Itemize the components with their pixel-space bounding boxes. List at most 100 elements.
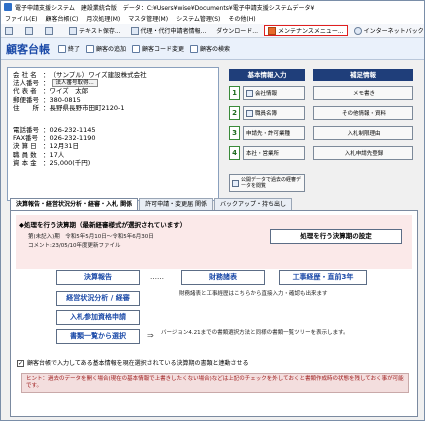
memo-button[interactable]: メモ書き	[313, 86, 413, 100]
download-button[interactable]: ダウンロード...	[212, 25, 262, 36]
basic-info-header: 基本情報入力	[229, 69, 305, 81]
other-info-button[interactable]: その他情報・資料	[313, 106, 413, 120]
address-row: 住 所：長野県長野市田町2120-1	[13, 104, 213, 112]
staff-list-label: 職員名簿	[255, 111, 278, 117]
envelope-icon	[45, 26, 53, 35]
document-list-button[interactable]: 書類一覧から選択	[56, 329, 140, 344]
search-customer-button[interactable]: 顧客の検索	[190, 42, 230, 55]
company-info: 会 社 名：（サンプル）ワイズ建設株式会社 法人番号：法人番号取得... 代 表…	[7, 67, 219, 201]
calc-icon[interactable]	[21, 25, 39, 36]
tel-label: 電話番号	[13, 126, 39, 135]
maintenance-menu-button[interactable]: メンテナンスメニュー...	[264, 25, 348, 36]
company-info-label: 会社情報	[255, 91, 278, 97]
app-window: 電子申請支援システム 建設業統合版 データ：C:¥Users¥wise¥Docu…	[0, 0, 425, 421]
bid-application-button[interactable]: 入札参加資格申請	[56, 310, 140, 325]
tel-value: 026-232-1145	[49, 126, 96, 135]
company-name: （サンプル）ワイズ建設株式会社	[49, 71, 147, 79]
change-code-button[interactable]: 顧客コード変更	[132, 42, 184, 55]
capital-row: 資 本 金： 25,000(千円)	[13, 159, 213, 167]
capital-value: 25,000(千円)	[49, 158, 91, 167]
docs-note: バージョン4.21までの書類選択方法と同様の書類一覧ツリーを表示します。	[161, 330, 349, 336]
ledger-header: 顧客台帳 終了 顧客の追加 顧客コード変更 顧客の検索	[1, 38, 424, 60]
row-number-1: 1	[229, 86, 240, 100]
bid-limit-label: 入札制限理由	[347, 131, 381, 137]
exit-button[interactable]: 終了	[58, 42, 80, 55]
doc-icon	[5, 26, 13, 35]
tab-panel: ◆処理を行う決算期（最新経審様式が選択されています） 第(未記入)期 令和5年5…	[10, 210, 418, 417]
hint-box: ヒント：過去のデータを開く場合(現在の基本情報で上書きしたくない場合)などは上記…	[21, 373, 409, 393]
rep-name: ワイズ 太郎	[49, 87, 89, 96]
fy-value: 12月31日	[49, 142, 80, 151]
tab-permit[interactable]: 許可申請・変更届 関係	[139, 198, 214, 210]
text-save-button[interactable]: テキスト保存...	[65, 25, 125, 36]
toolbar: テキスト保存... 代理・代行申請者情報... ダウンロード... メンテナンス…	[1, 24, 424, 38]
tab-backup[interactable]: バックアップ・持ち出し	[214, 198, 293, 210]
period-area: ◆処理を行う決算期（最新経審様式が選択されています） 第(未記入)期 令和5年5…	[16, 215, 412, 269]
edit-icon	[132, 44, 141, 53]
public-data-label: 公開データで過去の経審データを閲覧	[241, 176, 302, 190]
link-checkbox[interactable]: ✓	[17, 360, 24, 367]
internet-backup-button[interactable]: インターネットバックアップ...	[350, 25, 424, 36]
new-doc-icon[interactable]	[1, 25, 19, 36]
proxy-info-button[interactable]: 代理・代行申請者情報...	[127, 25, 211, 36]
row-number-2: 2	[229, 106, 240, 120]
company-name-row: 会 社 名：（サンプル）ワイズ建設株式会社	[13, 71, 213, 79]
link-option-label: 顧客台帳で入力してある基本情報を現在選択されている決算期の書類と連動させる	[27, 360, 249, 367]
change-code-label: 顧客コード変更	[142, 46, 185, 53]
people-icon	[246, 109, 253, 117]
staff-value: 17人	[49, 150, 65, 159]
construction-history-button[interactable]: 工事経歴・直前3年	[279, 270, 367, 285]
download-label: ダウンロード...	[216, 28, 259, 35]
menu-bar: ファイル(E) 顧客台帳(C) 月次処理(M) マスタ管理(M) システム管理(…	[1, 13, 424, 24]
save-icon	[69, 26, 77, 35]
memo-label: メモ書き	[352, 91, 375, 97]
financial-statement-button[interactable]: 財務諸表	[181, 270, 265, 285]
grid-icon	[25, 26, 33, 35]
fax-row: FAX番号： 026-232-1190	[13, 134, 213, 142]
analysis-button[interactable]: 経営状況分析 / 経審	[56, 291, 140, 306]
staff-list-button[interactable]: 職員名簿	[243, 106, 305, 120]
tab-settlement[interactable]: 決算報告・経営状況分析・経審・入札 関係	[10, 198, 139, 210]
company-info-button[interactable]: 会社情報	[243, 86, 305, 100]
row-number-4: 4	[229, 146, 240, 160]
mail-icon[interactable]	[41, 25, 59, 36]
add-customer-label: 顧客の追加	[96, 46, 127, 53]
menu-system[interactable]: システム管理(S)	[172, 14, 224, 23]
office-button[interactable]: 本社・営業所	[243, 146, 305, 160]
bid-limit-button[interactable]: 入札制限理由	[313, 126, 413, 140]
menu-customer[interactable]: 顧客台帳(C)	[41, 14, 82, 23]
document-icon	[232, 179, 239, 187]
maintenance-menu-label: メンテナンスメニュー...	[278, 28, 344, 35]
menu-monthly[interactable]: 月次処理(M)	[82, 14, 124, 23]
period-heading-text: 処理を行う決算期（最新経審様式が選択されています）	[24, 221, 187, 229]
app-icon	[4, 3, 12, 11]
public-data-button[interactable]: 公開データで過去の経審データを閲覧	[229, 174, 305, 192]
search-icon	[190, 44, 199, 53]
link-option[interactable]: ✓ 顧客台帳で入力してある基本情報を現在選択されている決算期の書類と連動させる	[17, 358, 248, 367]
tel-row: 電話番号： 026-232-1145	[13, 126, 213, 134]
corp-number-row: 法人番号：法人番号取得...	[13, 79, 213, 88]
zip-value: 380-0815	[49, 95, 81, 104]
period-comment: コメント:23/05/10年度更新ファイル	[28, 243, 121, 249]
menu-master[interactable]: マスタ管理(M)	[124, 14, 172, 23]
row-number-3: 3	[229, 126, 240, 140]
fy-label: 決 算 日	[13, 142, 37, 151]
ellipsis: ……	[150, 273, 164, 281]
license-label: 申請先・許可業種	[246, 131, 291, 137]
fiscal-row: 決 算 日： 12月31日	[13, 142, 213, 150]
corp-number-button[interactable]: 法人番号取得...	[51, 79, 98, 88]
settlement-button[interactable]: 決算報告	[56, 270, 140, 285]
title-bar: 電子申請支援システム 建設業統合版 データ：C:¥Users¥wise¥Docu…	[1, 1, 424, 13]
direct-input-note: 財務諸表と工事経歴はこちらから直接入力・確認も出来ます	[179, 291, 328, 297]
bid-target-button[interactable]: 入札申請先登録	[313, 146, 413, 160]
set-period-button[interactable]: 処理を行う決算期の設定	[270, 229, 402, 244]
menu-other[interactable]: その他(H)	[224, 14, 259, 23]
bid-target-label: 入札申請先登録	[344, 151, 384, 157]
name-label: 会 社 名	[13, 71, 37, 79]
menu-file[interactable]: ファイル(E)	[1, 14, 41, 23]
license-button[interactable]: 申請先・許可業種	[243, 126, 305, 140]
text-save-label: テキスト保存...	[79, 28, 121, 35]
add-customer-button[interactable]: 顧客の追加	[86, 42, 126, 55]
building-icon	[246, 89, 253, 97]
exit-icon	[58, 44, 66, 53]
